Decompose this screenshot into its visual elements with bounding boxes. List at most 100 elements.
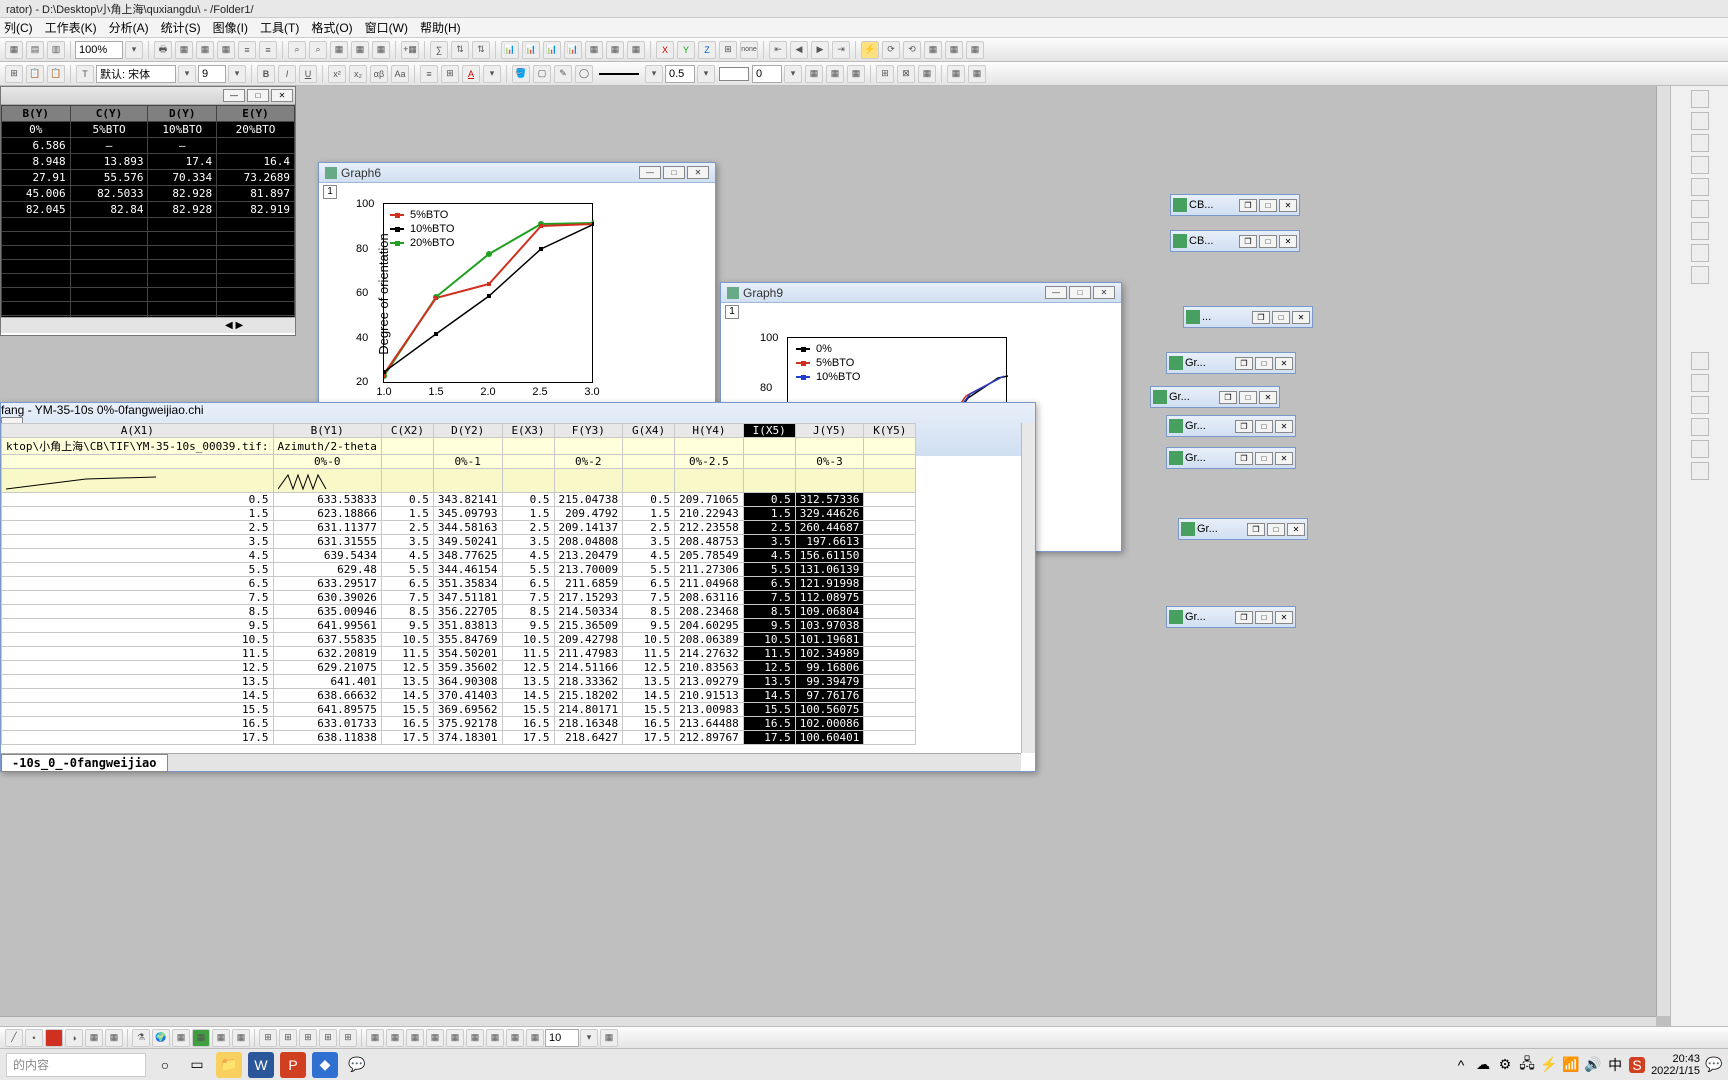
- zoom-input[interactable]: [75, 41, 123, 59]
- tool-btn[interactable]: ⊞: [259, 1029, 277, 1047]
- dropdown-icon[interactable]: ▾: [483, 65, 501, 83]
- tool-btn[interactable]: ▥: [47, 41, 65, 59]
- tray-icon[interactable]: ☁: [1475, 1057, 1491, 1073]
- dropdown-icon[interactable]: ▾: [228, 65, 246, 83]
- tool-btn[interactable]: ▦: [105, 1029, 123, 1047]
- word-icon[interactable]: W: [248, 1052, 274, 1078]
- tool-btn[interactable]: ▦: [351, 41, 369, 59]
- tool-btn[interactable]: ▦: [196, 41, 214, 59]
- minimized-window[interactable]: CB...❐□✕: [1170, 194, 1300, 216]
- tool-btn[interactable]: ▦: [826, 65, 844, 83]
- tool-btn[interactable]: [1691, 134, 1709, 152]
- window-titlebar[interactable]: Graph9 — □ ✕: [721, 283, 1121, 303]
- menu-item[interactable]: 分析(A): [109, 19, 149, 36]
- menu-item[interactable]: 图像(I): [213, 19, 248, 36]
- italic-btn[interactable]: I: [278, 65, 296, 83]
- menu-item[interactable]: 窗口(W): [365, 19, 408, 36]
- tool-btn[interactable]: ▤: [26, 41, 44, 59]
- restore-icon[interactable]: ❐: [1252, 311, 1270, 324]
- workbook-scroll[interactable]: A(X1)B(Y1)C(X2)D(Y2)E(X3)F(Y3)G(X4)H(Y4)…: [1, 423, 1021, 753]
- tool-btn[interactable]: ∑: [430, 41, 448, 59]
- minimize-icon[interactable]: —: [639, 166, 661, 179]
- maximize-icon[interactable]: □: [1255, 452, 1273, 465]
- tool-btn[interactable]: ▦: [85, 1029, 103, 1047]
- window-titlebar[interactable]: — □ ✕: [1, 87, 295, 105]
- app-icon[interactable]: ◆: [312, 1052, 338, 1078]
- restore-icon[interactable]: ❐: [1239, 235, 1257, 248]
- font-color-btn[interactable]: A: [462, 65, 480, 83]
- tool-btn[interactable]: [1691, 244, 1709, 262]
- dropdown-icon[interactable]: ▾: [580, 1029, 598, 1047]
- taskbar-search[interactable]: 的内容: [6, 1053, 146, 1077]
- tool-btn[interactable]: [1691, 112, 1709, 130]
- tool-btn[interactable]: ≡: [238, 41, 256, 59]
- maximize-icon[interactable]: □: [1255, 357, 1273, 370]
- tool-btn[interactable]: ▦: [386, 1029, 404, 1047]
- minimized-window[interactable]: Gr...❐□✕: [1166, 352, 1296, 374]
- nav-first-icon[interactable]: ⇤: [769, 41, 787, 59]
- tool-btn[interactable]: 📊: [522, 41, 540, 59]
- volume-icon[interactable]: 🔊: [1585, 1057, 1601, 1073]
- minimized-window[interactable]: Gr...❐□✕: [1166, 447, 1296, 469]
- menu-item[interactable]: 工具(T): [260, 19, 299, 36]
- tool-btn[interactable]: +▦: [401, 41, 419, 59]
- tool-btn[interactable]: Aa: [391, 65, 409, 83]
- tool-btn[interactable]: 🖶: [154, 41, 172, 59]
- tool-btn[interactable]: [1691, 156, 1709, 174]
- dropdown-icon[interactable]: ▾: [645, 65, 663, 83]
- tool-btn[interactable]: ▦: [366, 1029, 384, 1047]
- restore-icon[interactable]: ❐: [1235, 420, 1253, 433]
- dropdown-icon[interactable]: ▾: [697, 65, 715, 83]
- tool-btn[interactable]: ⌕: [288, 41, 306, 59]
- restore-icon[interactable]: ❐: [1235, 452, 1253, 465]
- tool-btn[interactable]: [1691, 374, 1709, 392]
- align-btn[interactable]: ≡: [420, 65, 438, 83]
- close-icon[interactable]: ✕: [1275, 452, 1293, 465]
- close-icon[interactable]: ✕: [1292, 311, 1310, 324]
- workspace-vscroll[interactable]: [1656, 86, 1670, 1016]
- tool-btn[interactable]: [1691, 178, 1709, 196]
- superscript-btn[interactable]: x²: [328, 65, 346, 83]
- nav-prev-icon[interactable]: ◀: [790, 41, 808, 59]
- tool-btn[interactable]: ▦: [585, 41, 603, 59]
- number-input[interactable]: [752, 65, 782, 83]
- tool-btn[interactable]: ▦: [426, 1029, 444, 1047]
- close-icon[interactable]: ✕: [1287, 523, 1305, 536]
- vertical-scrollbar[interactable]: [1021, 423, 1035, 753]
- close-icon[interactable]: ✕: [1275, 357, 1293, 370]
- close-icon[interactable]: ✕: [687, 166, 709, 179]
- tray-icon[interactable]: S: [1629, 1057, 1645, 1073]
- tool-btn[interactable]: αβ: [370, 65, 388, 83]
- z-icon[interactable]: Z: [698, 41, 716, 59]
- minimize-icon[interactable]: —: [1045, 286, 1067, 299]
- tool-btn[interactable]: 📋: [47, 65, 65, 83]
- taskbar-clock[interactable]: 20:43 2022/1/15: [1651, 1053, 1700, 1077]
- restore-icon[interactable]: ❐: [1239, 199, 1257, 212]
- font-size-input[interactable]: [198, 65, 226, 83]
- minimized-window[interactable]: Gr...❐□✕: [1166, 606, 1296, 628]
- close-icon[interactable]: ✕: [1279, 199, 1297, 212]
- tool-btn[interactable]: ▦: [945, 41, 963, 59]
- tool-btn[interactable]: ▦: [486, 1029, 504, 1047]
- tool-btn[interactable]: ▦: [506, 1029, 524, 1047]
- tool-btn[interactable]: ◯: [575, 65, 593, 83]
- minimized-window[interactable]: Gr...❐□✕: [1166, 415, 1296, 437]
- close-icon[interactable]: ✕: [1275, 420, 1293, 433]
- close-icon[interactable]: ✕: [1093, 286, 1115, 299]
- tool-btn[interactable]: ⊞: [719, 41, 737, 59]
- tool-btn[interactable]: ▦: [600, 1029, 618, 1047]
- tool-btn[interactable]: ≡: [259, 41, 277, 59]
- tool-btn[interactable]: ⇅: [472, 41, 490, 59]
- tool-btn[interactable]: ▦: [968, 65, 986, 83]
- tool-btn[interactable]: ▦: [924, 41, 942, 59]
- tool-btn[interactable]: ⊞: [279, 1029, 297, 1047]
- font-family-input[interactable]: [96, 65, 176, 83]
- minimize-icon[interactable]: —: [223, 89, 245, 102]
- tool-btn[interactable]: ▦: [172, 1029, 190, 1047]
- tool-btn[interactable]: ▦: [847, 65, 865, 83]
- subscript-btn[interactable]: x₂: [349, 65, 367, 83]
- close-icon[interactable]: ✕: [1279, 235, 1297, 248]
- tool-btn[interactable]: ⟲: [903, 41, 921, 59]
- tool-btn[interactable]: [1691, 222, 1709, 240]
- maximize-icon[interactable]: □: [663, 166, 685, 179]
